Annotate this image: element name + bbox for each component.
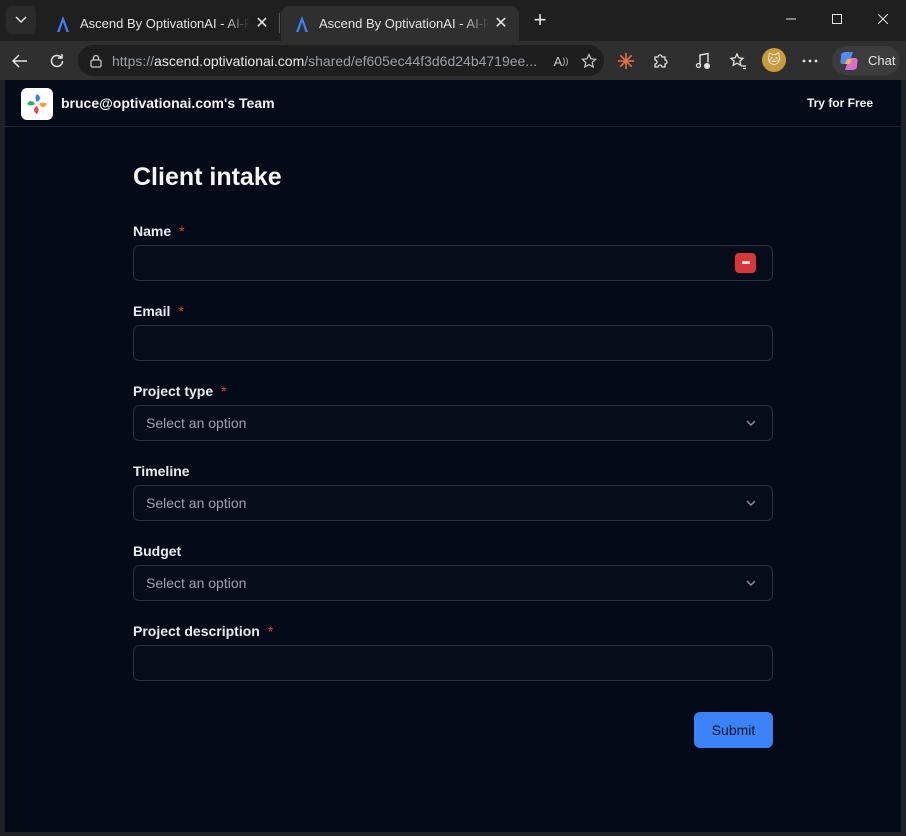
copilot-icon bbox=[840, 51, 858, 70]
field-label: Budget bbox=[133, 542, 773, 560]
field-label: Timeline bbox=[133, 462, 773, 480]
media-control-button[interactable] bbox=[691, 49, 715, 73]
maximize-button[interactable] bbox=[814, 0, 860, 38]
field-label: Name * bbox=[133, 222, 773, 240]
name-input[interactable]: ••• bbox=[133, 245, 773, 281]
profile-avatar[interactable]: 🐱 bbox=[762, 48, 786, 72]
ascend-favicon-icon bbox=[296, 15, 308, 32]
window-controls bbox=[768, 0, 906, 38]
chevron-down-icon bbox=[746, 580, 756, 586]
tab-strip: Ascend By OptivationAI - AI-Powered ✕ As… bbox=[0, 0, 906, 41]
refresh-button[interactable] bbox=[45, 49, 69, 73]
ascend-favicon-icon bbox=[57, 15, 69, 32]
field-label-text: Email bbox=[133, 303, 171, 319]
more-options-button[interactable] bbox=[798, 49, 822, 73]
extension-burst-icon[interactable] bbox=[614, 49, 638, 73]
required-marker: * bbox=[221, 383, 227, 399]
star-list-icon bbox=[729, 52, 746, 70]
tab-title: Ascend By OptivationAI - AI-Powered bbox=[319, 16, 489, 31]
field-label-text: Project type bbox=[133, 383, 214, 399]
read-aloud-label: A bbox=[553, 53, 563, 69]
lock-icon bbox=[90, 54, 102, 68]
extensions-button[interactable] bbox=[649, 49, 673, 73]
browser-tab-2-active[interactable]: Ascend By OptivationAI - AI-Powered ✕ bbox=[281, 6, 519, 41]
required-marker: * bbox=[267, 623, 274, 639]
select-placeholder: Select an option bbox=[146, 415, 247, 431]
star-icon bbox=[581, 53, 597, 69]
select-placeholder: Select an option bbox=[146, 495, 247, 511]
url-prefix: https:// bbox=[112, 52, 155, 69]
cat-avatar-icon: 🐱 bbox=[767, 52, 781, 67]
form-title: Client intake bbox=[133, 163, 282, 191]
browser-toolbar: https://ascend.optivationai.com/shared/e… bbox=[0, 41, 906, 80]
maximize-icon bbox=[832, 14, 842, 24]
close-window-button[interactable] bbox=[860, 0, 906, 38]
field-timeline: Timeline Select an option bbox=[133, 462, 773, 521]
field-label-text: Timeline bbox=[133, 463, 190, 479]
close-tab-icon[interactable]: ✕ bbox=[493, 15, 509, 32]
minimize-icon bbox=[786, 18, 796, 20]
field-project-type: Project type * Select an option bbox=[133, 382, 773, 441]
team-logo[interactable] bbox=[21, 88, 53, 120]
field-name: Name * ••• bbox=[133, 222, 773, 281]
close-icon bbox=[878, 14, 888, 24]
copilot-chat-button[interactable]: Chat bbox=[832, 46, 900, 75]
ellipsis-icon bbox=[802, 59, 818, 63]
address-bar[interactable]: https://ascend.optivationai.com/shared/e… bbox=[78, 45, 604, 76]
optivation-logo-icon bbox=[27, 94, 47, 114]
read-aloud-icon[interactable]: A)) bbox=[552, 52, 570, 70]
team-name: bruce@optivationai.com's Team bbox=[61, 95, 275, 111]
arrow-left-icon bbox=[12, 54, 27, 68]
minimize-button[interactable] bbox=[768, 0, 814, 38]
url-host: ascend.optivationai.com bbox=[154, 52, 305, 69]
chevron-down-icon bbox=[746, 500, 756, 506]
url-path: /shared/ef605ec44f3d6d24b4719ee... bbox=[304, 52, 537, 69]
browser-tab-1[interactable]: Ascend By OptivationAI - AI-Powered ✕ bbox=[42, 6, 280, 41]
field-label-text: Budget bbox=[133, 543, 182, 559]
close-tab-icon[interactable]: ✕ bbox=[254, 15, 270, 32]
url-text: https://ascend.optivationai.com/shared/e… bbox=[112, 53, 542, 69]
app-header: bruce@optivationai.com's Team Try for Fr… bbox=[5, 80, 901, 127]
field-label-text: Project description bbox=[133, 623, 260, 639]
new-tab-button[interactable]: + bbox=[528, 9, 552, 32]
field-budget: Budget Select an option bbox=[133, 542, 773, 601]
puzzle-icon bbox=[654, 54, 668, 68]
budget-select[interactable]: Select an option bbox=[133, 565, 773, 601]
submit-button[interactable]: Submit bbox=[694, 712, 773, 748]
project-description-input[interactable] bbox=[133, 645, 773, 681]
tab-actions-menu-button[interactable] bbox=[6, 6, 36, 34]
select-placeholder: Select an option bbox=[146, 575, 247, 591]
required-marker: * bbox=[179, 223, 185, 239]
field-label-text: Name bbox=[133, 223, 172, 239]
timeline-select[interactable]: Select an option bbox=[133, 485, 773, 521]
tab-divider bbox=[279, 13, 280, 33]
field-label: Email * bbox=[133, 302, 773, 320]
field-label: Project description * bbox=[133, 622, 773, 640]
music-note-icon bbox=[695, 52, 710, 69]
email-input[interactable] bbox=[133, 325, 773, 361]
chevron-down-icon bbox=[15, 16, 27, 24]
password-manager-icon[interactable]: ••• bbox=[735, 253, 756, 273]
favorite-star-icon[interactable] bbox=[580, 52, 598, 70]
project-type-select[interactable]: Select an option bbox=[133, 405, 773, 441]
tab-title: Ascend By OptivationAI - AI-Powered bbox=[80, 16, 250, 31]
field-project-description: Project description * bbox=[133, 622, 773, 681]
sunburst-icon bbox=[618, 53, 634, 69]
required-marker: * bbox=[178, 303, 184, 319]
page-viewport: bruce@optivationai.com's Team Try for Fr… bbox=[5, 80, 901, 832]
favorites-button[interactable] bbox=[726, 49, 750, 73]
client-intake-form: Client intake Name * ••• Email * Project t… bbox=[133, 160, 773, 748]
back-button[interactable] bbox=[8, 49, 32, 73]
field-email: Email * bbox=[133, 302, 773, 361]
refresh-icon bbox=[50, 54, 64, 68]
chat-label: Chat bbox=[868, 53, 896, 68]
try-for-free-link[interactable]: Try for Free bbox=[807, 96, 873, 110]
chevron-down-icon bbox=[746, 420, 756, 426]
field-label: Project type * bbox=[133, 382, 773, 400]
